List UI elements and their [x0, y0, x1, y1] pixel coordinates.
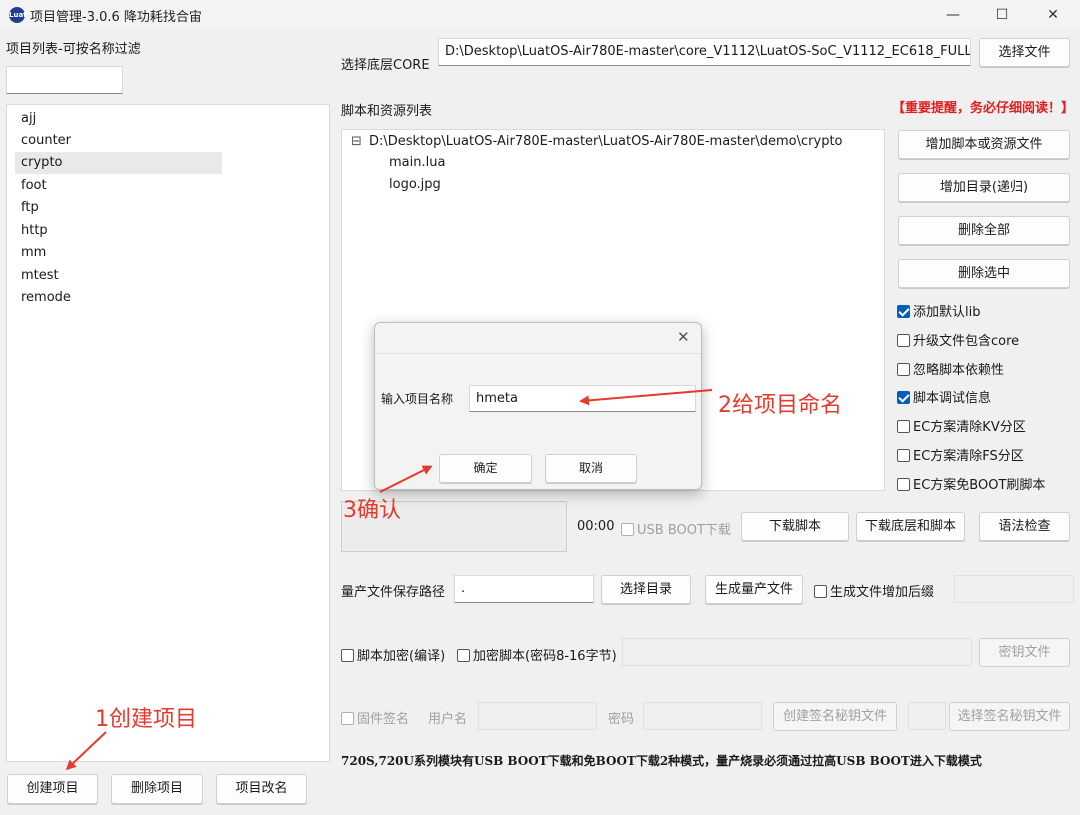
annotation-step3: 3确认 [343, 498, 401, 523]
annotation-step1: 1创建项目 [95, 707, 197, 732]
arrow-step1 [65, 731, 107, 771]
arrow-step3 [379, 465, 433, 493]
arrow-step2 [579, 389, 713, 406]
annotation-step2: 2给项目命名 [718, 393, 842, 418]
annotation-arrows [65, 389, 713, 771]
